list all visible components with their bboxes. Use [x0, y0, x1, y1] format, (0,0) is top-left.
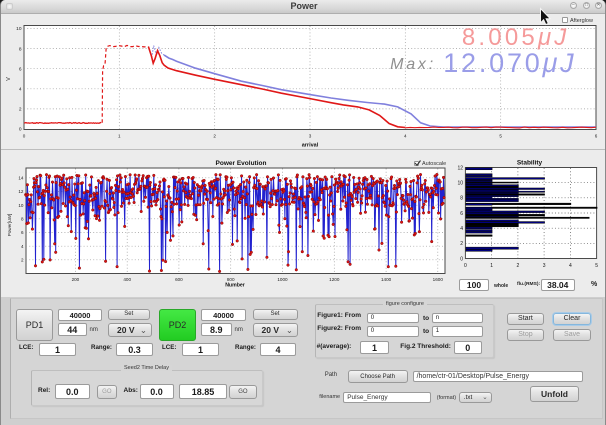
svg-text:400: 400	[123, 277, 131, 282]
svg-text:6: 6	[595, 134, 598, 139]
svg-text:4: 4	[569, 263, 572, 269]
svg-text:10: 10	[16, 26, 22, 32]
svg-text:V: V	[6, 77, 12, 81]
svg-text:1400: 1400	[381, 277, 392, 282]
svg-text:200: 200	[72, 277, 80, 282]
svg-text:5: 5	[595, 263, 598, 269]
svg-text:4: 4	[460, 226, 463, 232]
svg-text:1200: 1200	[329, 277, 340, 282]
svg-text:6: 6	[460, 211, 463, 217]
svg-text:Number: Number	[225, 283, 245, 289]
svg-text:6: 6	[21, 230, 24, 235]
svg-text:2: 2	[213, 134, 216, 139]
svg-text:2: 2	[517, 263, 520, 269]
svg-text:0: 0	[19, 127, 22, 133]
svg-text:8: 8	[460, 196, 463, 202]
svg-text:0: 0	[23, 134, 26, 139]
svg-text:2: 2	[19, 107, 22, 113]
svg-text:3: 3	[309, 134, 312, 139]
svg-text:10: 10	[18, 203, 24, 208]
svg-text:4: 4	[19, 87, 22, 93]
svg-text:2: 2	[21, 257, 24, 262]
svg-text:5: 5	[499, 134, 502, 139]
svg-text:4: 4	[21, 244, 24, 249]
svg-text:Stability: Stability	[517, 160, 543, 167]
svg-text:1600: 1600	[433, 277, 444, 282]
svg-text:6: 6	[19, 66, 22, 72]
svg-text:2: 2	[460, 241, 463, 247]
svg-text:arrival: arrival	[302, 143, 319, 149]
svg-text:0: 0	[460, 256, 463, 262]
svg-text:8: 8	[21, 216, 24, 221]
svg-text:1: 1	[490, 263, 493, 269]
svg-text:12: 12	[18, 189, 24, 194]
svg-text:3: 3	[543, 263, 546, 269]
svg-text:12: 12	[457, 165, 463, 171]
svg-text:10: 10	[457, 181, 463, 187]
svg-text:1000: 1000	[277, 277, 288, 282]
svg-text:0: 0	[464, 263, 467, 269]
svg-text:14: 14	[18, 175, 24, 180]
svg-text:4: 4	[404, 134, 407, 139]
svg-text:800: 800	[227, 277, 235, 282]
svg-text:Power[uW]: Power[uW]	[7, 214, 12, 236]
svg-text:8: 8	[19, 46, 22, 52]
svg-text:1: 1	[118, 134, 121, 139]
svg-text:600: 600	[175, 277, 183, 282]
svg-text:Power Evolution: Power Evolution	[216, 160, 267, 167]
